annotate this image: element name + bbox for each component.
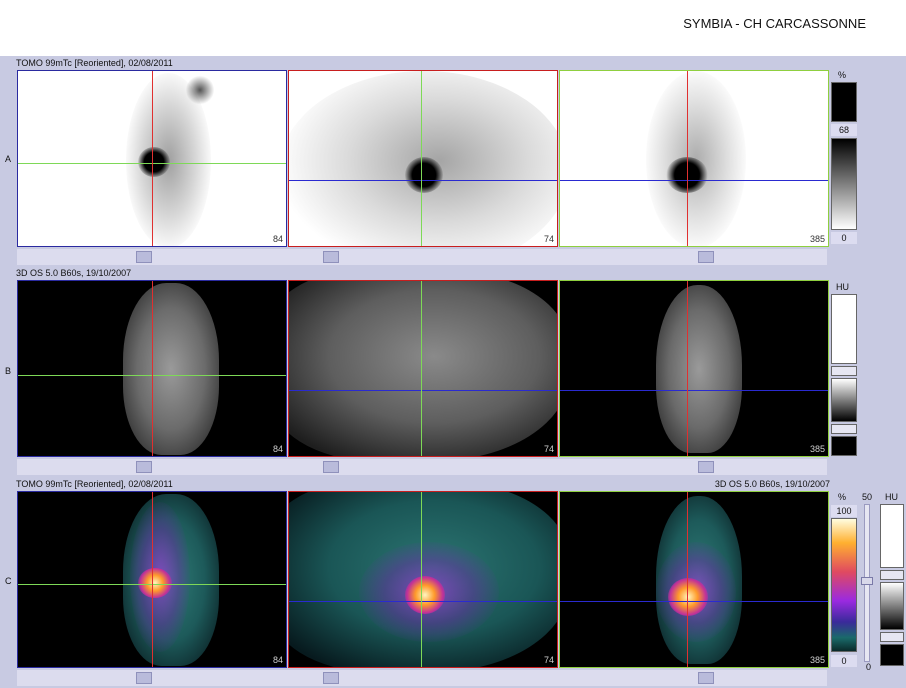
crosshair-horizontal[interactable]: [560, 601, 828, 602]
crosshair-vertical[interactable]: [421, 71, 422, 246]
fusion-blend-knob[interactable]: [861, 577, 873, 585]
fusion-axial-hotspot: [405, 576, 445, 614]
ct-axial-viewport[interactable]: 74: [288, 280, 558, 457]
app-header: SYMBIA - CH CARCASSONNE: [0, 0, 906, 56]
colorbar-a-window-bottom[interactable]: 0: [831, 232, 857, 244]
fusion-coronal-viewport[interactable]: 385: [559, 491, 829, 668]
crosshair-vertical[interactable]: [421, 492, 422, 667]
colorbar-c-ct-window-bottom[interactable]: [880, 632, 904, 642]
slice-number: 74: [543, 655, 554, 665]
slice-number: 385: [809, 655, 825, 665]
colorbar-c-ct-unit: HU: [885, 492, 898, 502]
colorbar-c-pet-min[interactable]: 0: [831, 655, 857, 667]
colorbar-b-top[interactable]: [831, 294, 857, 364]
crosshair-vertical[interactable]: [421, 281, 422, 456]
crosshair-vertical[interactable]: [152, 281, 153, 456]
ct-axial-foot: [289, 281, 557, 456]
spect-sagittal-viewport[interactable]: 84: [17, 70, 287, 247]
row-c-caption-left: TOMO 99mTc [Reoriented], 02/08/2011: [16, 479, 173, 489]
slice-number: 74: [543, 234, 554, 244]
colorbar-a-top[interactable]: [831, 82, 857, 122]
colorbar-c-ct-window-top[interactable]: [880, 570, 904, 580]
fusion-sagittal-hotspot: [138, 568, 172, 598]
fusion-axial-viewport[interactable]: 74: [288, 491, 558, 668]
slice-number: 84: [272, 234, 283, 244]
row-a-scrollbar[interactable]: [17, 249, 827, 265]
crosshair-vertical[interactable]: [687, 492, 688, 667]
row-c-caption-right: 3D OS 5.0 B60s, 19/10/2007: [714, 479, 830, 489]
fusion-blend-slider[interactable]: [861, 504, 873, 662]
crosshair-vertical[interactable]: [687, 281, 688, 456]
axial-slice-thumb[interactable]: [323, 461, 339, 473]
ct-sagittal-foot: [123, 283, 219, 455]
crosshair-horizontal[interactable]: [289, 180, 557, 181]
row-c-scrollbar[interactable]: [17, 670, 827, 686]
colorbar-b-window-top[interactable]: [831, 366, 857, 376]
colorbar-b-gradient[interactable]: [831, 378, 857, 422]
spect-axial-viewport[interactable]: 74: [288, 70, 558, 247]
fusion-ratio-min-label: 0: [866, 662, 872, 672]
crosshair-horizontal[interactable]: [289, 601, 557, 602]
row-a-label: A: [5, 154, 12, 164]
ct-coronal-foot: [656, 285, 742, 453]
colorbar-c-pet-gradient[interactable]: [831, 518, 857, 652]
crosshair-horizontal[interactable]: [560, 180, 828, 181]
slice-number: 385: [809, 444, 825, 454]
slice-number: 385: [809, 234, 825, 244]
colorbar-c-pet-max[interactable]: 100: [831, 505, 857, 517]
coronal-slice-thumb[interactable]: [698, 672, 714, 684]
axial-slice-thumb[interactable]: [323, 672, 339, 684]
ct-sagittal-viewport[interactable]: 84: [17, 280, 287, 457]
spect-sagittal-focus-secondary: [186, 75, 214, 105]
fusion-ratio-max-label: 50: [862, 492, 873, 502]
spect-axial-hotspot: [405, 157, 443, 193]
coronal-slice-thumb[interactable]: [698, 251, 714, 263]
axial-slice-thumb[interactable]: [323, 251, 339, 263]
ct-coronal-viewport[interactable]: 385: [559, 280, 829, 457]
crosshair-vertical[interactable]: [152, 492, 153, 667]
slice-number: 84: [272, 444, 283, 454]
colorbar-c-ct-gradient[interactable]: [880, 582, 904, 630]
colorbar-c-ct-top[interactable]: [880, 504, 904, 568]
crosshair-vertical[interactable]: [687, 71, 688, 246]
crosshair-horizontal[interactable]: [560, 390, 828, 391]
sagittal-slice-thumb[interactable]: [136, 461, 152, 473]
row-c-label: C: [5, 576, 12, 586]
row-b-scrollbar[interactable]: [17, 459, 827, 475]
slice-number: 74: [543, 444, 554, 454]
colorbar-a-gradient[interactable]: [831, 138, 857, 230]
sagittal-slice-thumb[interactable]: [136, 672, 152, 684]
fusion-coronal-hotspot: [668, 578, 708, 616]
colorbar-b-window-bottom[interactable]: [831, 424, 857, 434]
colorbar-c-pet-unit: %: [838, 492, 847, 502]
spect-coronal-viewport[interactable]: 385: [559, 70, 829, 247]
fusion-sagittal-viewport[interactable]: 84: [17, 491, 287, 668]
colorbar-b-bottom[interactable]: [831, 436, 857, 456]
colorbar-b-unit: HU: [836, 282, 849, 292]
row-a-caption: TOMO 99mTc [Reoriented], 02/08/2011: [16, 58, 173, 68]
row-b-caption: 3D OS 5.0 B60s, 19/10/2007: [16, 268, 132, 278]
coronal-slice-thumb[interactable]: [698, 461, 714, 473]
sagittal-slice-thumb[interactable]: [136, 251, 152, 263]
spect-sagittal-hotspot: [138, 147, 170, 177]
colorbar-a-unit: %: [838, 70, 847, 80]
crosshair-horizontal[interactable]: [289, 390, 557, 391]
institution-title: SYMBIA - CH CARCASSONNE: [683, 16, 866, 31]
colorbar-a-window-top[interactable]: 68: [831, 124, 857, 136]
row-b-label: B: [5, 366, 12, 376]
colorbar-c-ct-bottom[interactable]: [880, 644, 904, 666]
slice-number: 84: [272, 655, 283, 665]
crosshair-vertical[interactable]: [152, 71, 153, 246]
